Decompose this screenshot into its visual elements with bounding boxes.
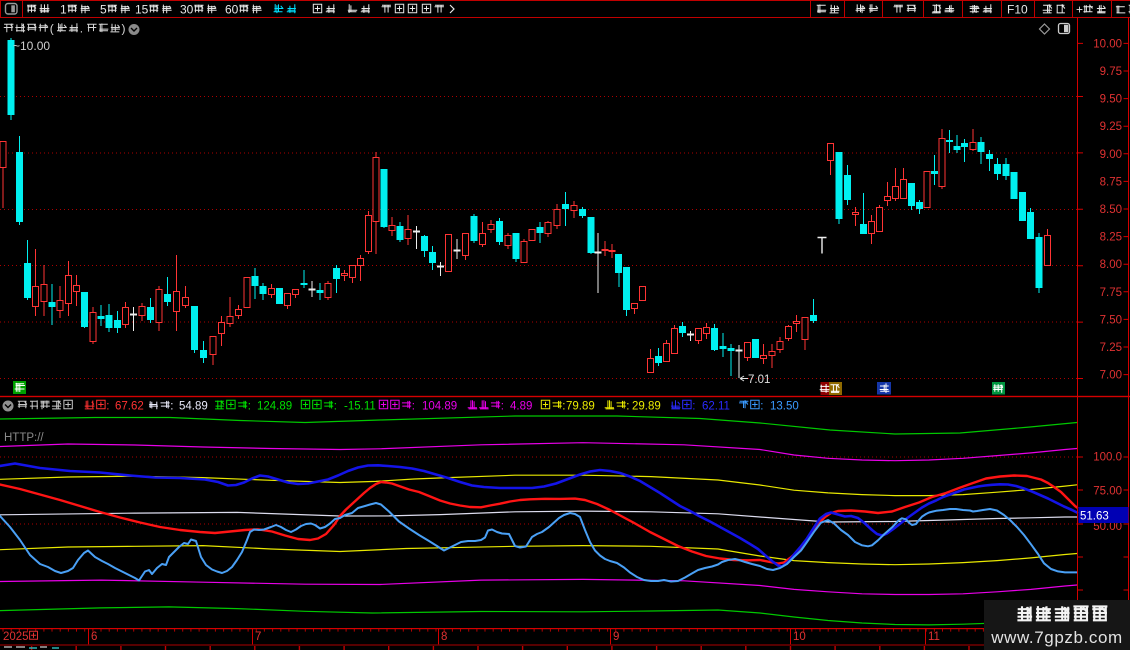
svg-text:): ) <box>122 21 126 35</box>
svg-text:75.00: 75.00 <box>1093 485 1122 497</box>
svg-text:8.00: 8.00 <box>1100 259 1122 271</box>
svg-text::: : <box>760 401 763 413</box>
svg-text:9.25: 9.25 <box>1100 121 1122 133</box>
svg-text:www.7gpzb.com: www.7gpzb.com <box>990 628 1123 647</box>
svg-text:6: 6 <box>91 631 97 643</box>
svg-text:7: 7 <box>255 631 261 643</box>
svg-text:10: 10 <box>793 631 806 643</box>
svg-text:(: ( <box>50 21 54 35</box>
svg-text::: : <box>501 401 504 413</box>
svg-text:79.89: 79.89 <box>566 401 595 413</box>
svg-text:29.89: 29.89 <box>632 401 661 413</box>
svg-text:15: 15 <box>135 2 149 16</box>
svg-text:100.0: 100.0 <box>1093 452 1122 464</box>
svg-text:67.62: 67.62 <box>115 401 144 413</box>
svg-text::: : <box>412 401 415 413</box>
svg-text:60: 60 <box>225 2 239 16</box>
svg-text::: : <box>334 401 337 413</box>
svg-text::: : <box>626 401 629 413</box>
svg-text:7.00: 7.00 <box>1100 370 1122 382</box>
svg-text:5: 5 <box>100 2 107 16</box>
svg-text:HTTP://: HTTP:// <box>4 432 44 444</box>
svg-text:2025: 2025 <box>3 631 29 643</box>
svg-text::: : <box>692 401 695 413</box>
svg-text:62.11: 62.11 <box>702 401 730 413</box>
svg-text:7.75: 7.75 <box>1100 287 1122 299</box>
svg-text:4.89: 4.89 <box>510 401 532 413</box>
svg-text:7.50: 7.50 <box>1100 314 1122 326</box>
svg-text:104.89: 104.89 <box>422 401 457 413</box>
svg-text:11: 11 <box>928 631 940 643</box>
svg-text:1: 1 <box>60 2 67 16</box>
svg-text:124.89: 124.89 <box>257 401 292 413</box>
svg-text:9.75: 9.75 <box>1100 66 1122 78</box>
svg-text::: : <box>106 401 109 413</box>
svg-text:10.00: 10.00 <box>1093 38 1122 50</box>
svg-text::: : <box>170 401 173 413</box>
svg-text:51.63: 51.63 <box>1080 511 1109 523</box>
svg-text:54.89: 54.89 <box>179 401 208 413</box>
svg-text:-15.11: -15.11 <box>344 401 376 413</box>
svg-text:9.50: 9.50 <box>1100 94 1122 106</box>
svg-text:+: + <box>1076 2 1083 16</box>
svg-text::: : <box>248 401 251 413</box>
svg-text:8.25: 8.25 <box>1100 232 1122 244</box>
svg-text:F10: F10 <box>1007 2 1028 16</box>
svg-text:8.75: 8.75 <box>1100 176 1122 188</box>
svg-text:8.50: 8.50 <box>1100 204 1122 216</box>
svg-text:9: 9 <box>613 631 619 643</box>
svg-text:13.50: 13.50 <box>770 401 799 413</box>
svg-text:8: 8 <box>441 631 447 643</box>
svg-text:7.01: 7.01 <box>748 374 770 386</box>
svg-text:30: 30 <box>180 2 194 16</box>
svg-text:7.25: 7.25 <box>1100 342 1122 354</box>
svg-text:.: . <box>80 21 83 35</box>
svg-text:~10.00: ~10.00 <box>13 39 50 53</box>
svg-text:9.00: 9.00 <box>1100 149 1122 161</box>
